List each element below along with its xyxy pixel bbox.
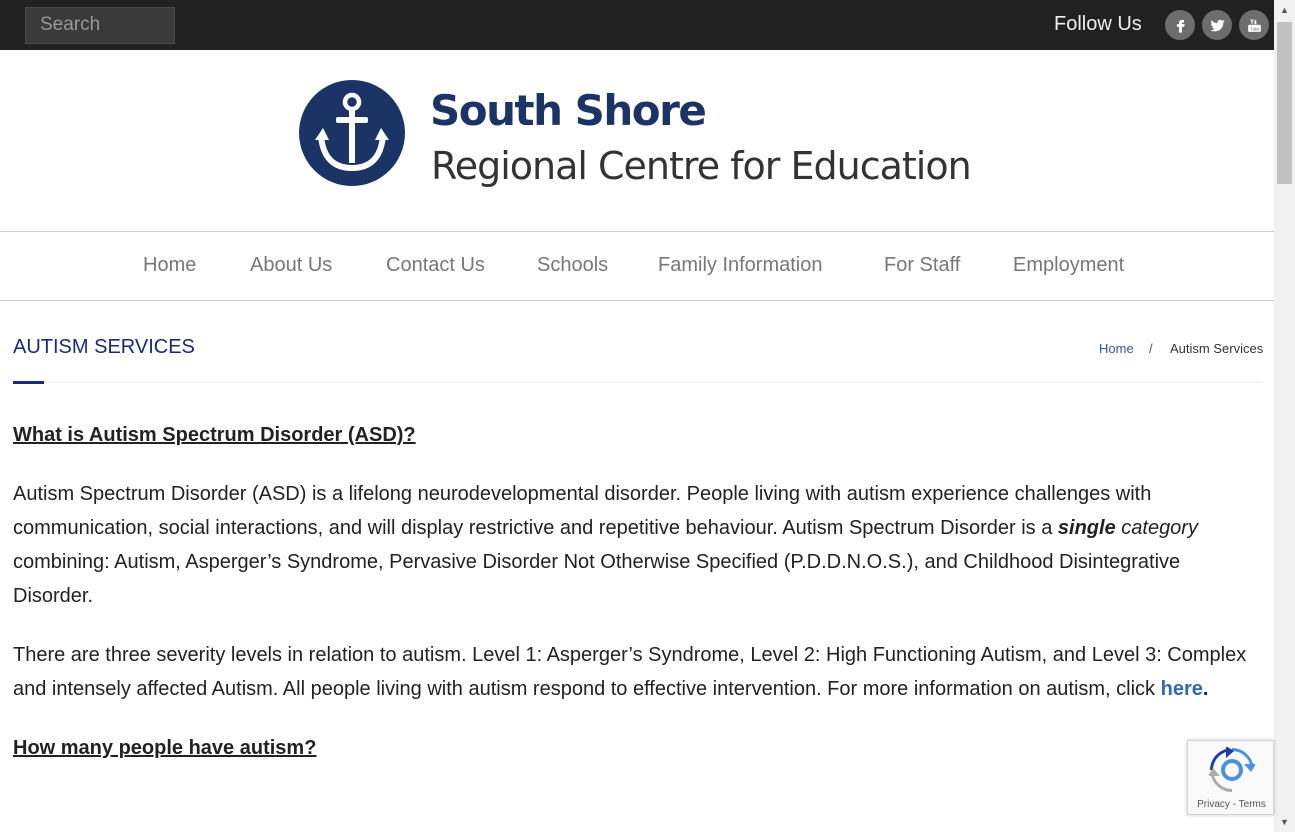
nav-item-about-us[interactable]: About Us — [250, 254, 332, 277]
paragraph-period: . — [1202, 678, 1209, 700]
top-bar: Search Follow Us Tube — [0, 0, 1274, 50]
section-heading: What is Autism Spectrum Disorder (ASD)? — [13, 424, 416, 446]
site-header — [0, 50, 1274, 232]
recaptcha-badge[interactable]: Privacy - Terms — [1187, 740, 1274, 815]
nav-item-employment[interactable]: Employment — [1013, 254, 1124, 277]
paragraph: There are three severity levels in relat… — [13, 638, 1263, 706]
emphasis-italic: category — [1115, 517, 1198, 539]
facebook-icon[interactable] — [1165, 10, 1195, 40]
page-title: AUTISM SERVICES — [13, 336, 195, 358]
recaptcha-links: Privacy - Terms — [1188, 799, 1275, 810]
nav-item-home[interactable]: Home — [143, 254, 196, 277]
scrollbar[interactable]: ▲ ▼ — [1274, 0, 1295, 832]
nav-item-schools[interactable]: Schools — [537, 254, 608, 277]
scroll-thumb[interactable] — [1277, 22, 1292, 184]
paragraph-text: Autism Spectrum Disorder (ASD) is a life… — [13, 483, 1152, 539]
nav-item-for-staff[interactable]: For Staff — [884, 254, 960, 277]
youtube-icon[interactable]: Tube — [1239, 10, 1269, 40]
main-navigation: Home About Us Contact Us Schools Family … — [0, 231, 1274, 301]
main-content: What is Autism Spectrum Disorder (ASD)? … — [13, 418, 1263, 790]
title-divider — [13, 382, 1262, 383]
section-heading: How many people have autism? — [13, 737, 317, 759]
anchor-logo-icon[interactable] — [299, 80, 405, 186]
follow-us-label: Follow Us — [1054, 13, 1142, 35]
breadcrumb-current: Autism Services — [1170, 341, 1264, 356]
paragraph-text: There are three severity levels in relat… — [13, 644, 1247, 700]
twitter-icon[interactable] — [1202, 10, 1232, 40]
recaptcha-terms-link[interactable]: Terms — [1239, 799, 1266, 810]
nav-item-contact-us[interactable]: Contact Us — [386, 254, 485, 277]
here-link[interactable]: here — [1161, 678, 1203, 700]
paragraph-text: combining: Autism, Asperger’s Syndrome, … — [13, 551, 1181, 607]
scroll-down-arrow-icon[interactable]: ▼ — [1274, 814, 1295, 830]
logo-subtitle: Regional Centre for Education — [431, 144, 972, 188]
breadcrumb-separator: / — [1149, 341, 1153, 356]
title-accent-bar — [13, 381, 44, 384]
nav-item-family-information[interactable]: Family Information — [658, 254, 823, 277]
paragraph: Autism Spectrum Disorder (ASD) is a life… — [13, 477, 1263, 613]
emphasis-bold: single — [1057, 517, 1116, 539]
breadcrumb-home[interactable]: Home — [1099, 341, 1134, 356]
recaptcha-icon — [1209, 747, 1255, 792]
recaptcha-separator: - — [1229, 799, 1239, 810]
logo-title: South Shore — [430, 86, 707, 135]
svg-text:Tube: Tube — [1250, 26, 1260, 31]
recaptcha-privacy-link[interactable]: Privacy — [1197, 799, 1230, 810]
scroll-up-arrow-icon[interactable]: ▲ — [1274, 2, 1295, 18]
search-input[interactable]: Search — [25, 7, 175, 44]
